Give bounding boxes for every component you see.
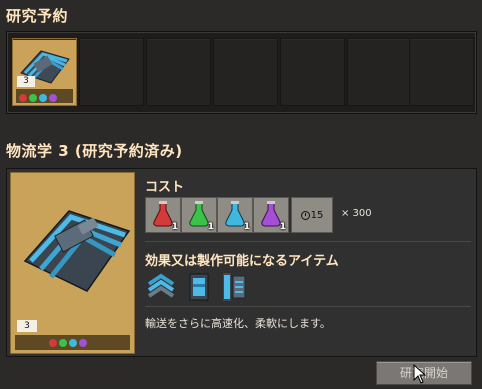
technology-icon-frame: 3 bbox=[10, 172, 135, 354]
time-value: 15 bbox=[310, 209, 324, 221]
purple-science-pack-icon: 1 bbox=[253, 197, 289, 233]
ingredient-count: 1 bbox=[243, 222, 250, 232]
blue-science-pack-icon: 1 bbox=[217, 197, 253, 233]
ingredient-count: 1 bbox=[171, 222, 178, 232]
queue-slot-3[interactable] bbox=[146, 38, 211, 106]
level-badge: 3 bbox=[17, 76, 35, 87]
divider bbox=[145, 306, 471, 307]
queue-slot-5[interactable] bbox=[280, 38, 345, 106]
cost-row: 1 1 1 1 15 × 300 bbox=[145, 197, 475, 233]
research-time: 15 bbox=[291, 197, 333, 233]
queue-slot-1[interactable]: 3 bbox=[12, 38, 77, 106]
logistics-technology-icon bbox=[23, 210, 131, 292]
green-science-pack-icon: 1 bbox=[181, 197, 217, 233]
effects-row bbox=[145, 270, 345, 306]
mouse-cursor-icon bbox=[413, 364, 427, 384]
express-splitter-icon[interactable] bbox=[219, 270, 251, 304]
queue-slot-7[interactable] bbox=[409, 38, 474, 106]
research-queue-title: 研究予約 bbox=[6, 7, 69, 25]
divider bbox=[145, 241, 471, 242]
red-science-pack-icon: 1 bbox=[145, 197, 181, 233]
science-pack-row bbox=[16, 89, 73, 103]
science-pack-row bbox=[15, 335, 130, 350]
cost-label: コスト bbox=[145, 180, 185, 195]
queue-slot-4[interactable] bbox=[213, 38, 278, 106]
queue-slot-2[interactable] bbox=[79, 38, 144, 106]
ingredient-count: 1 bbox=[207, 222, 214, 232]
ingredient-count: 1 bbox=[279, 222, 286, 232]
effects-label: 効果又は製作可能になるアイテム bbox=[145, 254, 339, 269]
express-transport-belt-icon[interactable] bbox=[145, 270, 177, 304]
technology-description: 輸送をさらに高速化、柔軟にします。 bbox=[145, 317, 331, 330]
technology-title: 物流学 3 (研究予約済み) bbox=[6, 142, 183, 160]
level-badge: 3 bbox=[17, 320, 37, 332]
research-queue: 3 bbox=[6, 31, 477, 114]
queue-slot-6[interactable] bbox=[347, 38, 412, 106]
express-underground-belt-icon[interactable] bbox=[183, 270, 215, 304]
unit-multiplier: × 300 bbox=[341, 208, 372, 219]
technology-detail-panel: 3 コスト 1 1 1 1 15 × 300 効果又は製作可能になるアイテム 輸… bbox=[6, 168, 477, 357]
clock-icon bbox=[300, 210, 310, 220]
